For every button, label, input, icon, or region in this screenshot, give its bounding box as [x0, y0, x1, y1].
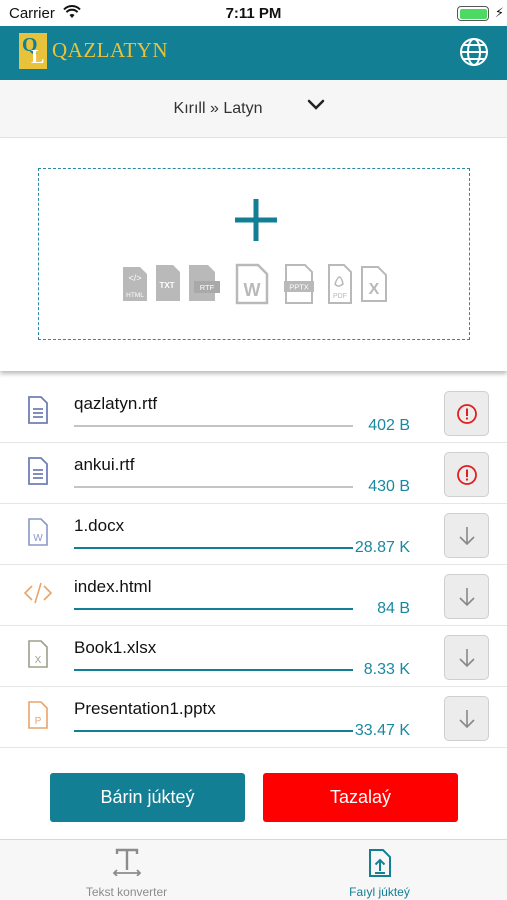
app-title: QAZLATYN [52, 38, 168, 62]
file-name: 1.docx [74, 516, 125, 535]
pptx-type-label: PPTX [289, 283, 309, 292]
pdf-type-label: PDF [333, 293, 347, 300]
file-drop-area: </> HTML TXT RTF W PPTX PDF X [0, 139, 507, 371]
file-size: 430 B [368, 478, 410, 495]
rtf-type-label: RTF [200, 283, 215, 292]
add-file-drop-zone[interactable]: </> HTML TXT RTF W PPTX PDF X [38, 168, 470, 340]
file-name: Book1.xlsx [74, 638, 157, 657]
conversion-direction-selector[interactable]: Kırıll » Latyn [0, 80, 507, 138]
svg-text:</>: </> [128, 273, 141, 283]
error-status-button[interactable] [444, 452, 489, 497]
svg-text:W: W [33, 533, 43, 544]
file-name: index.html [74, 577, 152, 596]
html-file-icon [24, 582, 52, 604]
plus-icon[interactable] [235, 199, 277, 241]
direction-label: Kırıll » Latyn [173, 100, 263, 117]
file-size: 8.33 K [363, 661, 410, 678]
tab-label: Faıyl júkteý [349, 885, 410, 899]
download-arrow-icon [458, 648, 475, 667]
download-file-button[interactable] [444, 574, 489, 619]
text-converter-icon [112, 848, 141, 877]
globe-icon [460, 38, 488, 66]
word-type-icon: W [235, 263, 269, 305]
file-size: 402 B [368, 417, 410, 434]
charging-icon: ⚡ [494, 5, 504, 20]
download-file-button[interactable] [444, 696, 489, 741]
html-type-icon: </> HTML [123, 267, 147, 301]
file-row[interactable]: index.html 84 B [0, 565, 507, 626]
excel-type-label: X [369, 281, 380, 298]
clock: 7:11 PM [225, 5, 282, 22]
tab-label: Tekst konverter [85, 885, 168, 899]
error-icon [456, 403, 477, 424]
excel-type-icon: X [361, 266, 387, 302]
file-progress-bar [74, 730, 353, 732]
file-progress-bar [74, 547, 353, 549]
rtf-file-icon [28, 396, 48, 424]
file-progress-bar [74, 669, 353, 671]
error-status-button[interactable] [444, 391, 489, 436]
file-size: 28.87 K [354, 539, 410, 556]
app-header: QL QAZLATYN [0, 26, 507, 80]
file-row[interactable]: qazlatyn.rtf 402 B [0, 382, 507, 443]
svg-text:X: X [35, 655, 42, 666]
tab-file-upload[interactable]: Faıyl júkteý [253, 840, 506, 900]
file-progress-bar [74, 608, 353, 610]
tab-bar: Tekst konverter Faıyl júkteý [0, 839, 507, 900]
rtf-type-icon: RTF [189, 265, 220, 301]
download-arrow-icon [458, 526, 475, 545]
tab-text-converter[interactable]: Tekst konverter [0, 840, 253, 900]
download-file-button[interactable] [444, 513, 489, 558]
pptx-type-icon: PPTX [284, 264, 314, 304]
pdf-type-icon: PDF [328, 264, 352, 304]
download-all-button[interactable]: Bárin júkteý [50, 773, 245, 822]
svg-text:P: P [35, 716, 42, 727]
word-file-icon: W [28, 518, 48, 546]
battery-icon [457, 6, 489, 21]
app-logo: QL [19, 33, 47, 69]
txt-type-label: TXT [159, 281, 174, 290]
powerpoint-file-icon: P [28, 701, 48, 729]
file-row[interactable]: X Book1.xlsx 8.33 K [0, 626, 507, 687]
file-row[interactable]: W 1.docx 28.87 K [0, 504, 507, 565]
file-row[interactable]: ankui.rtf 430 B [0, 443, 507, 504]
error-icon [456, 464, 477, 485]
file-progress-bar [74, 486, 353, 488]
clear-button[interactable]: Tazalaý [263, 773, 458, 822]
download-file-button[interactable] [444, 635, 489, 680]
file-size: 84 B [377, 600, 410, 617]
excel-file-icon: X [28, 640, 48, 668]
file-progress-bar [74, 425, 353, 427]
file-name: ankui.rtf [74, 455, 135, 474]
status-bar: Carrier 7:11 PM ⚡ [0, 0, 507, 26]
word-type-label: W [244, 280, 261, 300]
txt-type-icon: TXT [156, 265, 180, 301]
language-globe-button[interactable] [458, 36, 490, 68]
file-upload-icon [368, 849, 391, 877]
rtf-file-icon [28, 457, 48, 485]
download-arrow-icon [458, 587, 475, 606]
chevron-down-icon[interactable] [307, 99, 325, 111]
file-name: Presentation1.pptx [74, 699, 216, 718]
file-size: 33.47 K [354, 722, 410, 739]
html-type-label: HTML [126, 292, 144, 299]
file-name: qazlatyn.rtf [74, 394, 158, 413]
file-row[interactable]: P Presentation1.pptx 33.47 K [0, 687, 507, 748]
download-arrow-icon [458, 709, 475, 728]
